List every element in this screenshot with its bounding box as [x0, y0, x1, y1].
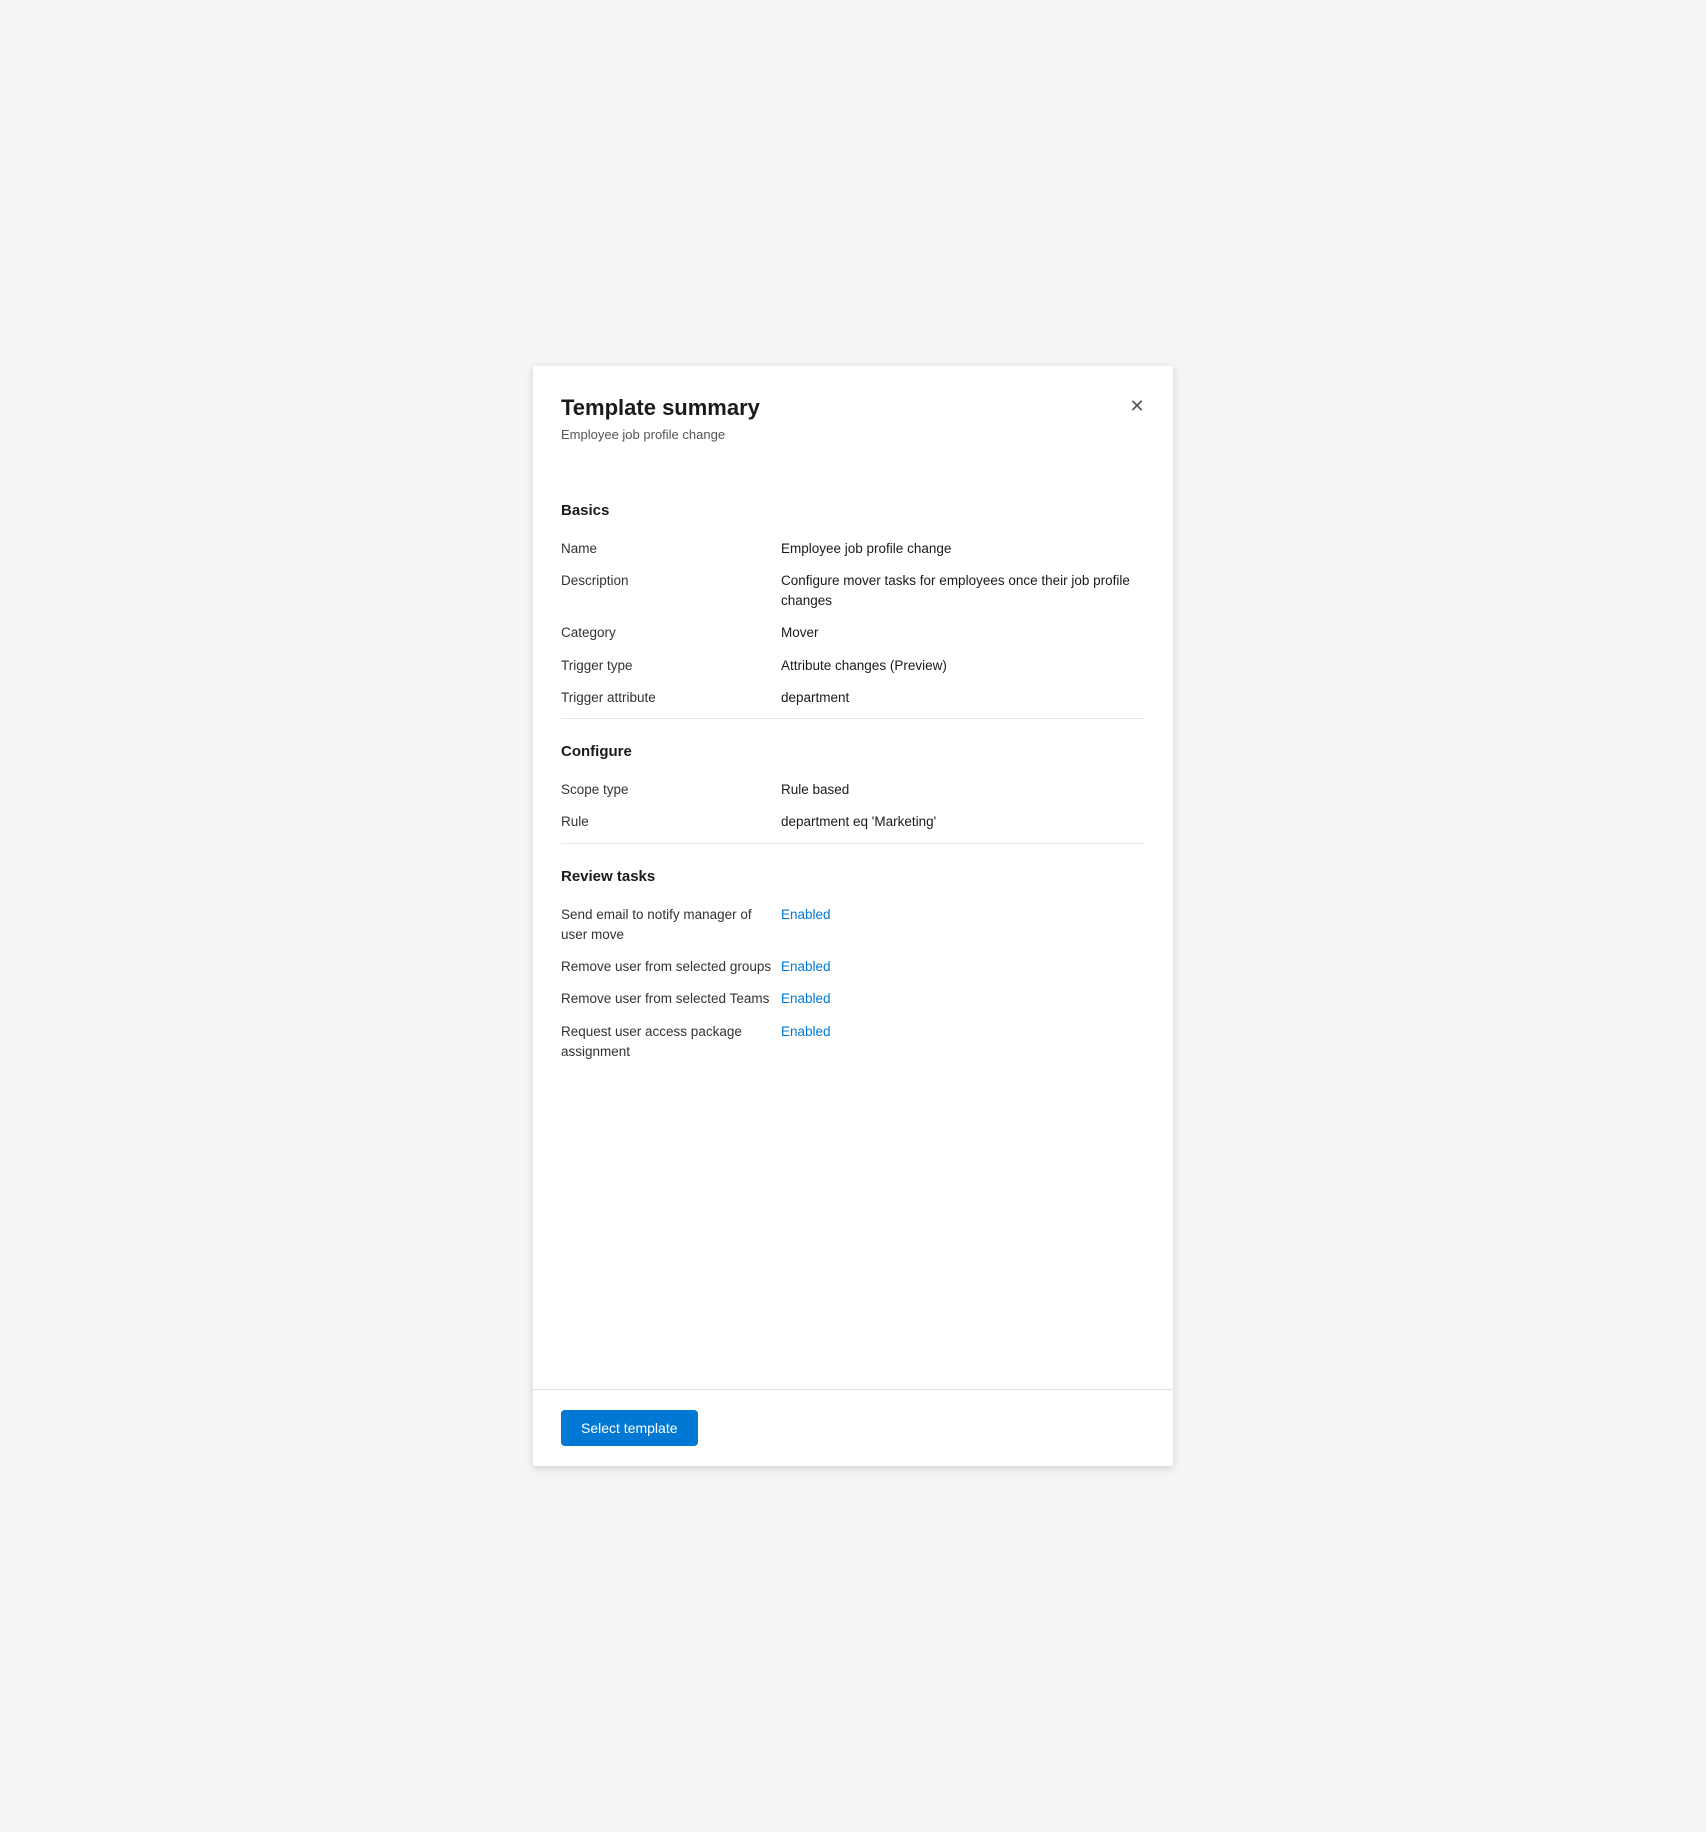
field-value-configure-1: department eq 'Marketing': [781, 812, 1145, 832]
section-divider: [561, 843, 1145, 844]
field-row-configure-0: Scope typeRule based: [561, 774, 1145, 806]
field-row-basics-1: DescriptionConfigure mover tasks for emp…: [561, 565, 1145, 618]
field-label-basics-1: Description: [561, 571, 781, 612]
field-label-review-tasks-1: Remove user from selected groups: [561, 957, 781, 977]
field-row-basics-4: Trigger attributedepartment: [561, 682, 1145, 714]
select-template-button[interactable]: Select template: [561, 1410, 698, 1446]
field-label-configure-1: Rule: [561, 812, 781, 832]
close-button[interactable]: ✕: [1121, 390, 1153, 422]
field-row-basics-2: CategoryMover: [561, 617, 1145, 649]
field-row-review-tasks-3: Request user access package assignmentEn…: [561, 1016, 1145, 1069]
field-row-review-tasks-1: Remove user from selected groupsEnabled: [561, 951, 1145, 983]
section-title-configure: Configure: [561, 743, 1145, 760]
section-title-basics: Basics: [561, 502, 1145, 519]
field-row-review-tasks-2: Remove user from selected TeamsEnabled: [561, 983, 1145, 1015]
panel-footer: Select template: [533, 1389, 1173, 1466]
field-value-basics-3: Attribute changes (Preview): [781, 656, 1145, 676]
field-label-basics-0: Name: [561, 539, 781, 559]
field-value-review-tasks-2: Enabled: [781, 989, 1145, 1009]
panel-header: Template summary Employee job profile ch…: [533, 366, 1173, 462]
field-value-basics-0: Employee job profile change: [781, 539, 1145, 559]
panel-title: Template summary: [561, 394, 1141, 423]
field-label-review-tasks-3: Request user access package assignment: [561, 1022, 781, 1063]
field-row-basics-0: NameEmployee job profile change: [561, 533, 1145, 565]
field-label-review-tasks-0: Send email to notify manager of user mov…: [561, 905, 781, 946]
field-row-review-tasks-0: Send email to notify manager of user mov…: [561, 899, 1145, 952]
field-label-basics-4: Trigger attribute: [561, 688, 781, 708]
template-summary-panel: Template summary Employee job profile ch…: [533, 366, 1173, 1466]
field-label-configure-0: Scope type: [561, 780, 781, 800]
field-label-basics-3: Trigger type: [561, 656, 781, 676]
field-value-basics-2: Mover: [781, 623, 1145, 643]
field-row-basics-3: Trigger typeAttribute changes (Preview): [561, 650, 1145, 682]
field-row-configure-1: Ruledepartment eq 'Marketing': [561, 806, 1145, 838]
panel-subtitle: Employee job profile change: [561, 427, 1141, 442]
field-value-configure-0: Rule based: [781, 780, 1145, 800]
section-title-review-tasks: Review tasks: [561, 868, 1145, 885]
field-value-basics-1: Configure mover tasks for employees once…: [781, 571, 1145, 612]
section-divider: [561, 718, 1145, 719]
field-label-review-tasks-2: Remove user from selected Teams: [561, 989, 781, 1009]
field-value-basics-4: department: [781, 688, 1145, 708]
field-label-basics-2: Category: [561, 623, 781, 643]
panel-content: BasicsNameEmployee job profile changeDes…: [533, 462, 1173, 1389]
field-value-review-tasks-3: Enabled: [781, 1022, 1145, 1063]
field-value-review-tasks-0: Enabled: [781, 905, 1145, 946]
field-value-review-tasks-1: Enabled: [781, 957, 1145, 977]
